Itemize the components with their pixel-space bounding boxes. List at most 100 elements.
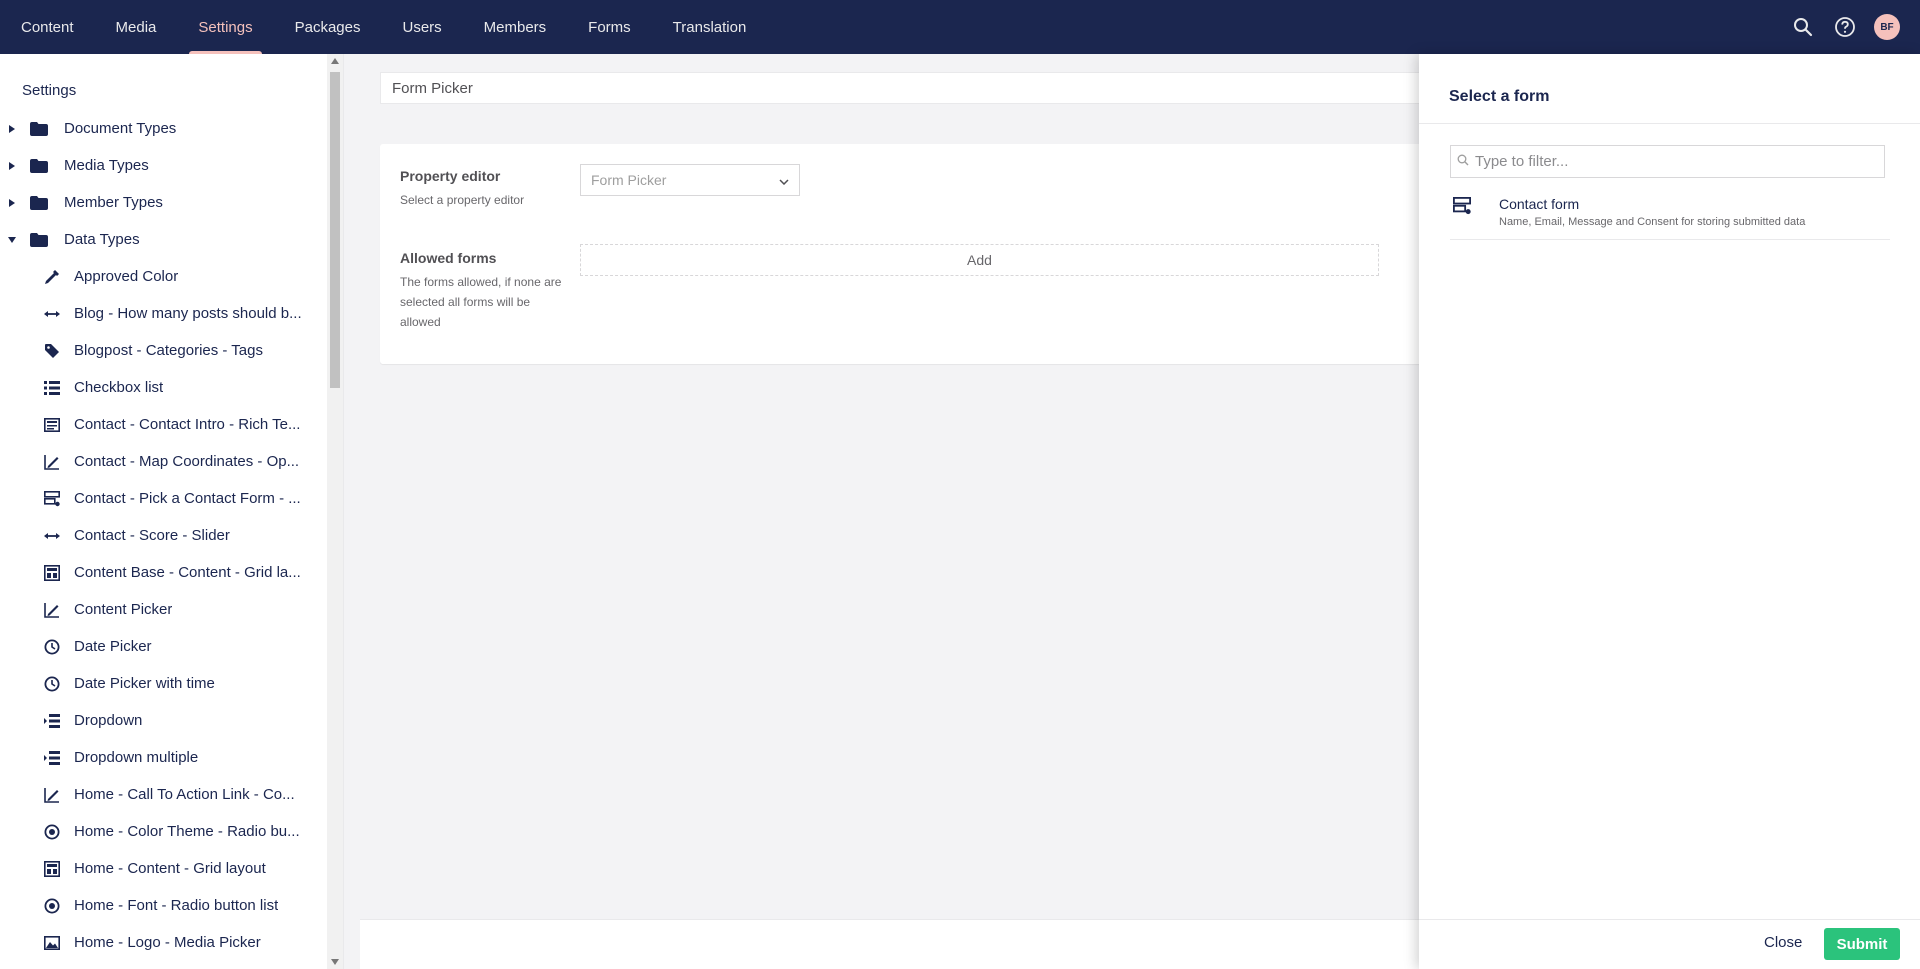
- tag-icon: [42, 343, 62, 359]
- scroll-down-icon[interactable]: [331, 959, 339, 965]
- section-settings[interactable]: Settings: [177, 0, 273, 54]
- tree-item[interactable]: Contact - Contact Intro - Rich Te...: [0, 406, 320, 443]
- scroll-up-icon[interactable]: [331, 58, 339, 64]
- caret-right-icon[interactable]: [2, 198, 22, 207]
- search-icon[interactable]: [1790, 14, 1816, 40]
- close-button[interactable]: Close: [1764, 934, 1802, 951]
- edit-chart-icon: [42, 454, 62, 470]
- edit-chart-icon: [42, 602, 62, 618]
- tree-item[interactable]: Contact - Pick a Contact Form - ...: [0, 480, 320, 517]
- clock-icon: [42, 639, 62, 655]
- tree-item[interactable]: Approved Color: [0, 258, 320, 295]
- section-list: Content Media Settings Packages Users Me…: [0, 0, 767, 54]
- form-icon: [1453, 197, 1477, 239]
- tree-item[interactable]: Checkbox list: [0, 369, 320, 406]
- submit-button[interactable]: Submit: [1824, 928, 1900, 960]
- scroll-thumb[interactable]: [330, 72, 340, 388]
- folder-icon: [30, 158, 50, 173]
- tree-folder-member-types[interactable]: Member Types: [0, 184, 320, 221]
- overlay-title: Select a form: [1449, 88, 1550, 105]
- filter-box: [1450, 145, 1885, 178]
- radio-icon: [42, 898, 62, 914]
- section-users[interactable]: Users: [381, 0, 462, 54]
- tree-item-label: Home - Call To Action Link - Co...: [74, 786, 295, 803]
- allowed-forms-label: Allowed forms: [400, 250, 497, 266]
- section-forms[interactable]: Forms: [567, 0, 652, 54]
- tree-item[interactable]: Blogpost - Categories - Tags: [0, 332, 320, 369]
- image-icon: [42, 935, 62, 950]
- tree-item[interactable]: Home - Color Theme - Radio bu...: [0, 813, 320, 850]
- search-icon: [1457, 153, 1469, 171]
- tree-item[interactable]: Dropdown: [0, 702, 320, 739]
- tree-item[interactable]: Dropdown multiple: [0, 739, 320, 776]
- form-name: Contact form: [1499, 196, 1580, 212]
- overlay-header: Select a form: [1419, 54, 1920, 124]
- caret-down-icon[interactable]: [2, 236, 22, 243]
- add-form-button[interactable]: Add: [580, 244, 1379, 276]
- chevron-down-icon: [779, 172, 789, 188]
- tree-item[interactable]: Home - Content - Grid layout: [0, 850, 320, 887]
- tree-item-label: Approved Color: [74, 268, 179, 285]
- tree-item[interactable]: Contact - Map Coordinates - Op...: [0, 443, 320, 480]
- section-translation[interactable]: Translation: [652, 0, 768, 54]
- tree-item[interactable]: Home - Font - Radio button list: [0, 887, 320, 924]
- tree-item-label: Content Picker: [74, 601, 173, 618]
- tree-item-label: Date Picker: [74, 638, 152, 655]
- tree-item[interactable]: Content Picker: [0, 591, 320, 628]
- filter-input[interactable]: [1475, 153, 1875, 170]
- tree-item[interactable]: Date Picker with time: [0, 665, 320, 702]
- tree-item[interactable]: Home - Logo - Media Picker: [0, 924, 320, 961]
- tree-root-title[interactable]: Settings: [22, 82, 76, 99]
- tree-item[interactable]: Content Base - Content - Grid la...: [0, 554, 320, 591]
- property-editor-description: Select a property editor: [400, 193, 525, 207]
- folder-icon: [30, 121, 50, 136]
- grid-layout-icon: [42, 564, 62, 581]
- arrows-horizontal-icon: [42, 531, 62, 541]
- property-editor-label: Property editor: [400, 168, 501, 184]
- tree-folder-label: Media Types: [64, 157, 149, 174]
- caret-right-icon[interactable]: [2, 124, 22, 133]
- tree-folder-document-types[interactable]: Document Types: [0, 110, 320, 147]
- indent-list-icon: [42, 750, 62, 765]
- tree-scrollbar[interactable]: [327, 54, 343, 969]
- property-editor-select[interactable]: Form Picker: [580, 164, 800, 196]
- indent-list-icon: [42, 713, 62, 728]
- caret-right-icon[interactable]: [2, 161, 22, 170]
- tree-item[interactable]: Blog - How many posts should b...: [0, 295, 320, 332]
- clock-icon: [42, 676, 62, 692]
- tree-folder-label: Data Types: [64, 231, 140, 248]
- tree-item-label: Dropdown: [74, 712, 143, 729]
- eyedropper-icon: [42, 269, 62, 285]
- allowed-forms-description: The forms allowed, if none are selected …: [400, 275, 562, 329]
- tree-folder-label: Document Types: [64, 120, 177, 137]
- edit-chart-icon: [42, 787, 62, 803]
- tree-item[interactable]: Home - Call To Action Link - Co...: [0, 776, 320, 813]
- radio-icon: [42, 824, 62, 840]
- folder-open-icon: [30, 232, 50, 247]
- tree-folder-data-types[interactable]: Data Types: [0, 221, 320, 258]
- list-icon: [42, 380, 62, 395]
- tree-item-label: Home - Logo - Media Picker: [74, 934, 261, 951]
- tree-item-label: Home - Content - Grid layout: [74, 860, 266, 877]
- tree-folder-media-types[interactable]: Media Types: [0, 147, 320, 184]
- select-form-overlay: Select a form Contact form Name, Email, …: [1419, 54, 1920, 969]
- tree-item-label: Contact - Pick a Contact Form - ...: [74, 490, 301, 507]
- top-navigation: Content Media Settings Packages Users Me…: [0, 0, 1920, 54]
- form-description: Name, Email, Message and Consent for sto…: [1499, 216, 1806, 228]
- section-content[interactable]: Content: [0, 0, 95, 54]
- overlay-footer: Close Submit: [1419, 919, 1920, 969]
- form-list-item[interactable]: Contact form Name, Email, Message and Co…: [1450, 186, 1890, 240]
- help-icon[interactable]: [1832, 14, 1858, 40]
- section-media[interactable]: Media: [95, 0, 178, 54]
- header-tools: BF: [1790, 14, 1920, 40]
- section-packages[interactable]: Packages: [274, 0, 382, 54]
- tree-item-label: Blog - How many posts should b...: [74, 305, 302, 322]
- tree-item[interactable]: Contact - Score - Slider: [0, 517, 320, 554]
- avatar[interactable]: BF: [1874, 14, 1900, 40]
- section-members[interactable]: Members: [463, 0, 568, 54]
- tree-item[interactable]: Date Picker: [0, 628, 320, 665]
- tree-item-label: Contact - Contact Intro - Rich Te...: [74, 416, 301, 433]
- form-item-text: Contact form Name, Email, Message and Co…: [1499, 196, 1805, 239]
- tree-item-label: Date Picker with time: [74, 675, 215, 692]
- settings-tree: Settings Document Types Media Types Memb…: [0, 54, 344, 969]
